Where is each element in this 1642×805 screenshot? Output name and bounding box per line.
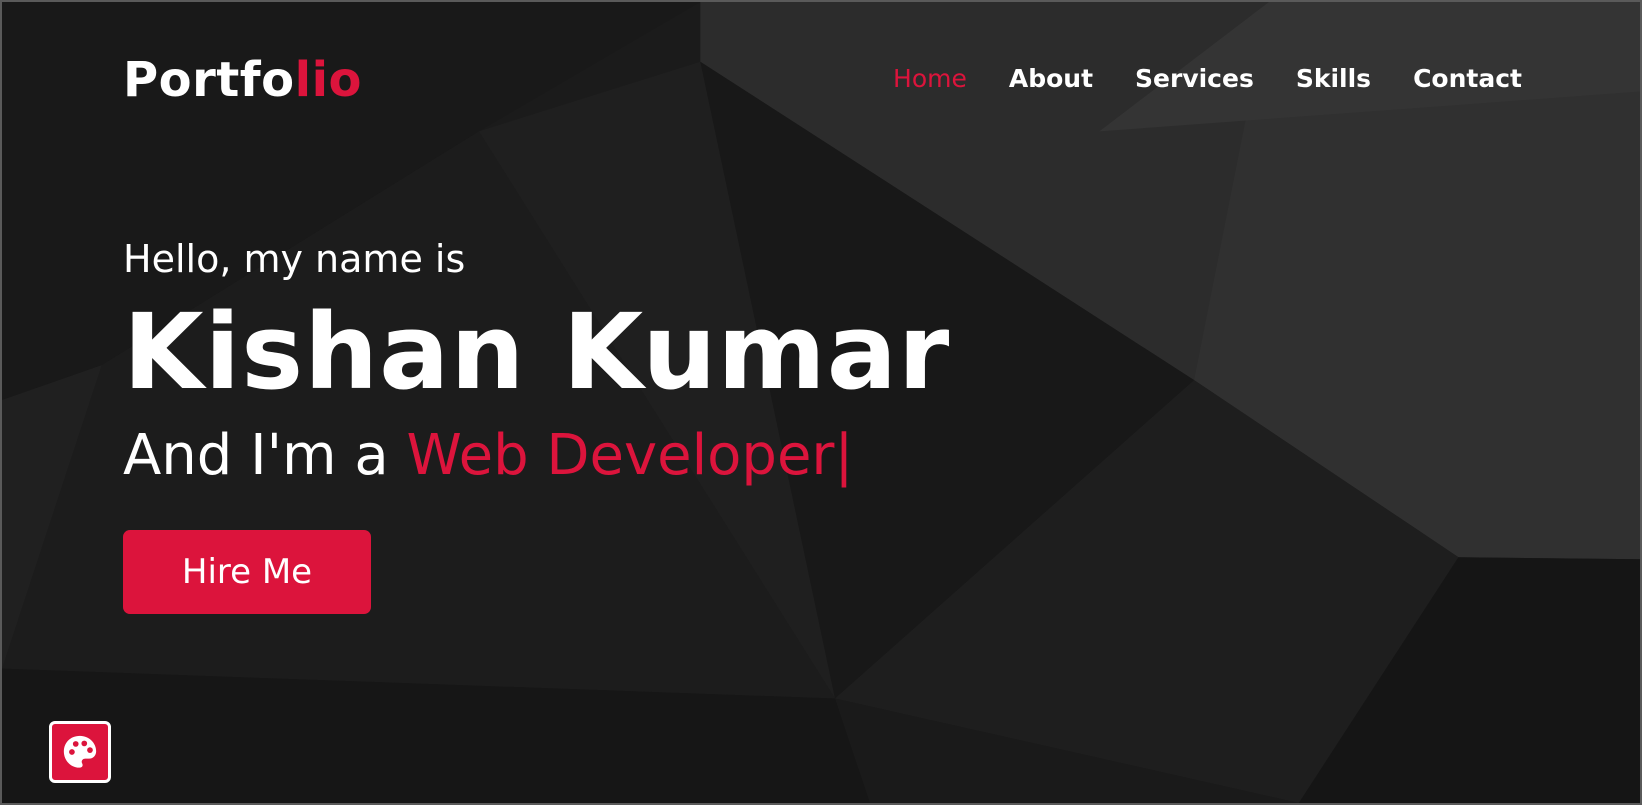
nav-link-about[interactable]: About bbox=[1009, 62, 1093, 96]
nav-link-contact[interactable]: Contact bbox=[1413, 62, 1522, 96]
typing-cursor: | bbox=[834, 423, 854, 488]
theme-palette-button[interactable] bbox=[49, 721, 111, 783]
nav-item-skills: Skills bbox=[1296, 62, 1371, 96]
nav-link-services[interactable]: Services bbox=[1135, 62, 1254, 96]
palette-icon bbox=[63, 735, 97, 768]
hero-role-typed: Web Developer bbox=[406, 423, 835, 488]
logo-accent-text: lio bbox=[294, 52, 363, 108]
nav-menu: Home About Services Skills Contact bbox=[893, 62, 1522, 96]
portfolio-page: Portfolio Home About Services Skills Con… bbox=[0, 0, 1642, 805]
nav-link-home[interactable]: Home bbox=[893, 62, 967, 96]
nav-link-skills[interactable]: Skills bbox=[1296, 62, 1371, 96]
nav-item-about: About bbox=[1009, 62, 1093, 96]
nav-item-services: Services bbox=[1135, 62, 1254, 96]
logo[interactable]: Portfolio bbox=[123, 50, 362, 110]
hero-section: Hello, my name is Kishan Kumar And I'm a… bbox=[123, 234, 950, 614]
hero-role-prefix: And I'm a bbox=[123, 423, 407, 488]
nav-item-home: Home bbox=[893, 62, 967, 96]
hero-name: Kishan Kumar bbox=[123, 291, 951, 413]
logo-main-text: Portfo bbox=[123, 52, 295, 108]
hero-greeting: Hello, my name is bbox=[123, 237, 466, 281]
hero-role-line: And I'm a Web Developer| bbox=[123, 420, 950, 492]
hire-me-button[interactable]: Hire Me bbox=[123, 530, 371, 614]
nav-item-contact: Contact bbox=[1413, 62, 1522, 96]
navbar: Portfolio Home About Services Skills Con… bbox=[2, 2, 1640, 162]
